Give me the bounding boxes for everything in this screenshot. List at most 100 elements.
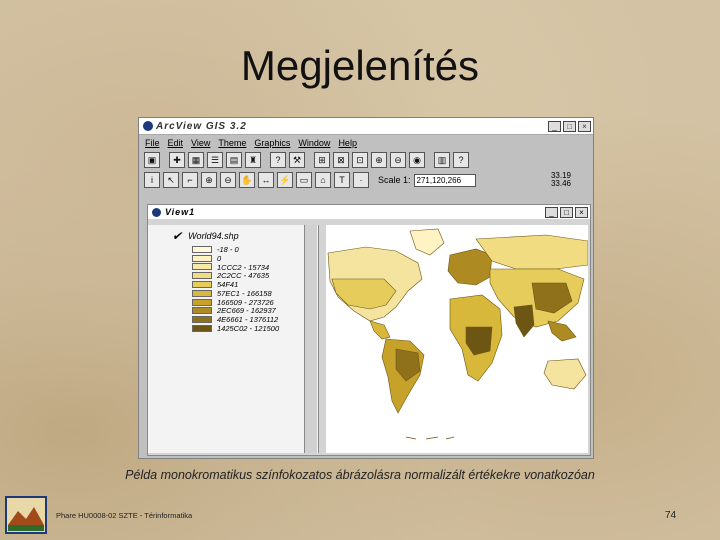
map-india	[513, 304, 535, 338]
minimize-button[interactable]: _	[548, 120, 561, 132]
legend-item: 166509 - 273726	[192, 298, 318, 307]
view-window: View1 _ □ × ✔ World94.shp -18 - 0 0 1CCC2 …	[147, 204, 591, 456]
legend-label: 166509 - 273726	[217, 297, 274, 307]
map-australia	[543, 358, 587, 390]
zoom-out-tool-icon[interactable]: ⊖	[220, 172, 236, 188]
legend-item: 4E6661 - 1376112	[192, 315, 318, 324]
properties-icon[interactable]: ☰	[207, 152, 223, 168]
view-titlebar: View1 _ □ ×	[148, 205, 590, 219]
measure-icon[interactable]: ↔	[258, 172, 274, 188]
legend-swatch	[192, 298, 212, 306]
maximize-button[interactable]: □	[563, 120, 576, 132]
theme-icon[interactable]: ▤	[226, 152, 242, 168]
map-europe	[447, 248, 493, 286]
table-of-contents[interactable]: ✔ World94.shp -18 - 0 0 1CCC2 - 15734 2C2CC…	[168, 225, 319, 453]
pointer-icon[interactable]: ↖	[163, 172, 179, 188]
legend-label: 1425C02 - 121500	[217, 324, 280, 334]
area-select-icon[interactable]: ▭	[296, 172, 312, 188]
map-russia	[475, 234, 589, 270]
zoom-selected-icon[interactable]: ⊡	[352, 152, 368, 168]
toc-scrollbar[interactable]	[304, 225, 317, 453]
menu-theme[interactable]: Theme	[218, 138, 246, 148]
page-number: 74	[665, 510, 677, 521]
legend-swatch	[192, 325, 212, 333]
legend-label: 0	[217, 253, 222, 263]
menu-help[interactable]: Help	[338, 138, 357, 148]
legend-swatch	[192, 272, 212, 280]
slide-footer: Phare HU0008-02 SZTE - Térinformatika	[56, 511, 193, 520]
legend-item: -18 - 0	[192, 245, 318, 254]
query-icon[interactable]: ?	[270, 152, 286, 168]
layer-entry[interactable]: ✔ World94.shp	[168, 225, 318, 243]
zoom-previous-icon[interactable]: ◉	[409, 152, 425, 168]
map-central-america	[369, 320, 391, 340]
legend-item: 57EC1 - 166158	[192, 289, 318, 298]
view-title: View1	[165, 207, 196, 217]
legend-label: 2C2CC - 47635	[217, 271, 270, 281]
info-icon[interactable]: i	[144, 172, 160, 188]
query-builder-icon[interactable]: ⚒	[289, 152, 305, 168]
szte-logo-icon	[5, 496, 47, 534]
slide-title: Megjelenítés	[240, 42, 480, 89]
legend-label: -18 - 0	[217, 244, 239, 254]
scale-input[interactable]: 271,120,266	[413, 173, 476, 187]
map-southeast-asia	[547, 320, 577, 342]
hotlink-icon[interactable]: ⚡	[277, 172, 293, 188]
legend-item: 1CCC2 - 15734	[192, 263, 318, 272]
view-minimize-button[interactable]: _	[545, 206, 558, 218]
find-icon[interactable]: ♜	[245, 152, 261, 168]
legend-swatch	[192, 307, 212, 315]
legend-label: 4E6661 - 1376112	[217, 315, 279, 325]
zoom-active-icon[interactable]: ⊠	[333, 152, 349, 168]
legend-item: 2EC669 - 162937	[192, 306, 318, 316]
zoom-tool-icon[interactable]: ⊕	[201, 172, 217, 188]
map-antarctica	[405, 436, 455, 440]
zoom-in-icon[interactable]: ⊕	[371, 152, 387, 168]
layer-visible-checkbox[interactable]: ✔	[172, 229, 182, 243]
layout-icon[interactable]: ▥	[434, 152, 450, 168]
view-maximize-button[interactable]: □	[560, 206, 573, 218]
label-icon[interactable]: ⌂	[315, 172, 331, 188]
app-titlebar: ArcView GIS 3.2 _ □ ×	[139, 118, 593, 135]
menu-edit[interactable]: Edit	[168, 138, 184, 148]
table-icon[interactable]: ▦	[188, 152, 204, 168]
save-icon[interactable]: ▣	[144, 152, 160, 168]
coordinate-readout: 33.19 33.46	[551, 172, 571, 188]
map-greenland	[409, 228, 445, 256]
slide-caption: Példa monokromatikus színfokozatos ábráz…	[125, 468, 595, 482]
text-icon[interactable]: T	[334, 172, 350, 188]
project-panel-edge	[148, 225, 169, 453]
menu-view[interactable]: View	[191, 138, 210, 148]
legend: -18 - 0 0 1CCC2 - 15734 2C2CC - 47635 54F41 5…	[192, 245, 318, 333]
view-icon	[152, 207, 161, 217]
menu-bar: File Edit View Theme Graphics Window Hel…	[139, 135, 593, 150]
close-button[interactable]: ×	[578, 120, 591, 132]
legend-item: 2C2CC - 47635	[192, 271, 318, 280]
legend-label: 1CCC2 - 15734	[217, 262, 270, 272]
map-usa	[331, 278, 397, 310]
menu-graphics[interactable]: Graphics	[254, 138, 290, 148]
menu-file[interactable]: File	[145, 138, 160, 148]
menu-window[interactable]: Window	[298, 138, 330, 148]
scale-label: Scale 1:	[378, 175, 411, 185]
draw-icon[interactable]: ·	[353, 172, 369, 188]
legend-label: 2EC669 - 162937	[217, 306, 276, 316]
legend-item: 54F41	[192, 280, 318, 289]
legend-swatch	[192, 263, 212, 271]
legend-swatch	[192, 316, 212, 324]
legend-label: 57EC1 - 166158	[217, 288, 272, 298]
zoom-full-icon[interactable]: ⊞	[314, 152, 330, 168]
map-display[interactable]	[326, 225, 589, 453]
zoom-out-icon[interactable]: ⊖	[390, 152, 406, 168]
legend-swatch	[192, 289, 212, 297]
legend-swatch	[192, 281, 212, 289]
legend-swatch	[192, 245, 212, 253]
pan-icon[interactable]: ✋	[239, 172, 255, 188]
button-bar: ▣ ✚ ▦ ☰ ▤ ♜? ⚒ ⊞ ⊠ ⊡ ⊕ ⊖ ◉ ▥?	[139, 150, 593, 170]
help-icon[interactable]: ?	[453, 152, 469, 168]
coord-y: 33.46	[550, 179, 571, 188]
vertex-icon[interactable]: ⌐	[182, 172, 198, 188]
legend-item: 0	[192, 254, 318, 263]
add-theme-icon[interactable]: ✚	[169, 152, 185, 168]
view-close-button[interactable]: ×	[575, 206, 588, 218]
